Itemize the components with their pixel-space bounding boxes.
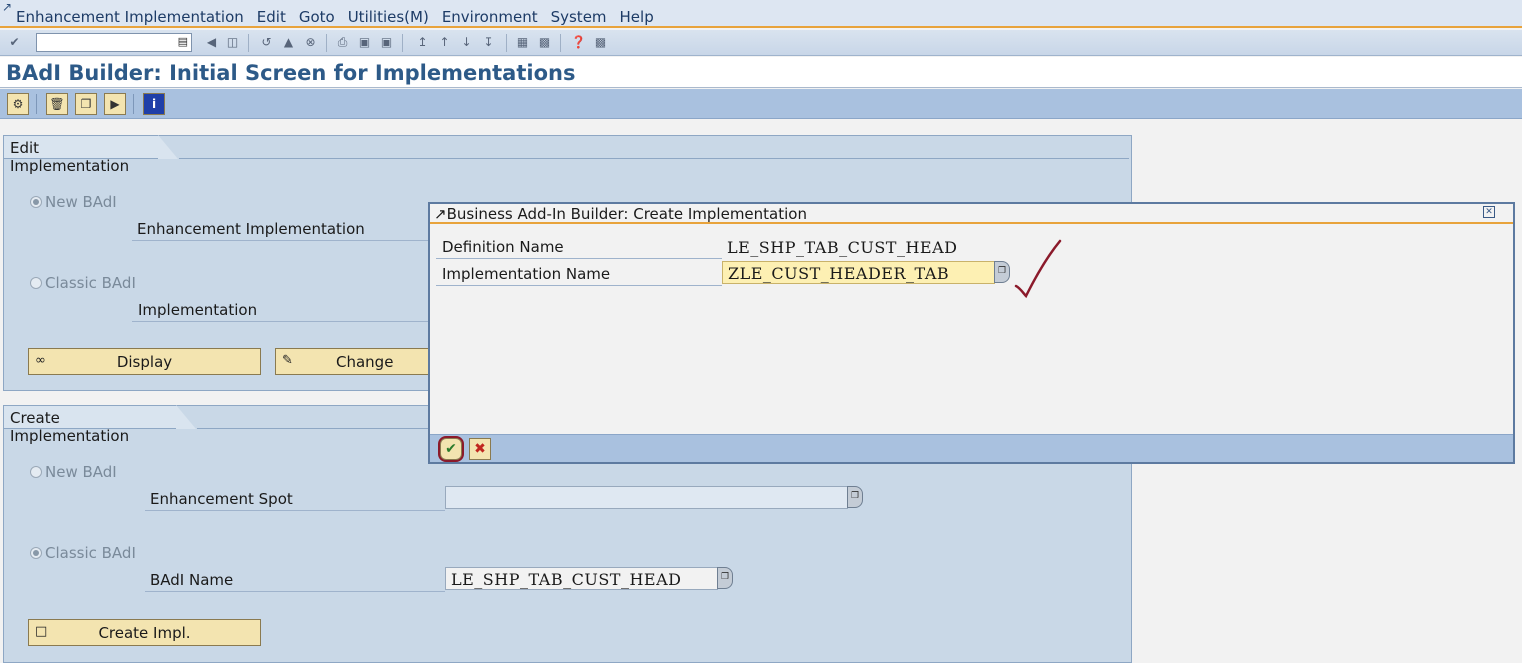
rename-icon[interactable]: ▶ bbox=[104, 93, 126, 115]
enter-icon[interactable]: ✔ bbox=[6, 34, 23, 51]
new-session-icon[interactable]: ▦ bbox=[514, 34, 531, 51]
menu-goto[interactable]: Goto bbox=[299, 8, 335, 26]
next-page-icon[interactable]: ↓ bbox=[458, 34, 475, 51]
value-help-icon[interactable]: ❐ bbox=[717, 567, 733, 589]
pencil-icon: ✎ bbox=[282, 353, 293, 368]
page-title: BAdI Builder: Initial Screen for Impleme… bbox=[6, 61, 576, 85]
previous-page-icon[interactable]: ↑ bbox=[436, 34, 453, 51]
enhancement-spot-input[interactable] bbox=[445, 486, 848, 509]
print-icon[interactable]: ⎙ bbox=[334, 34, 351, 51]
radio-unselected-icon bbox=[30, 466, 42, 478]
cancel-icon[interactable]: ⊗ bbox=[302, 34, 319, 51]
application-toolbar: ⚙ 🗑 ❐ ▶ i bbox=[0, 89, 1522, 119]
command-history-icon[interactable]: ▤ bbox=[178, 35, 188, 48]
window-menu-icon[interactable]: ↗ bbox=[2, 0, 12, 14]
shortcut-icon[interactable]: ▩ bbox=[536, 34, 553, 51]
implementation-name-input[interactable]: ZLE_CUST_HEADER_TAB bbox=[722, 261, 995, 284]
definition-name-label: Definition Name bbox=[436, 238, 722, 259]
implementation-label: Implementation bbox=[132, 301, 428, 322]
menu-edit[interactable]: Edit bbox=[257, 8, 286, 26]
menu-system[interactable]: System bbox=[551, 8, 607, 26]
find-next-icon[interactable]: ▣ bbox=[378, 34, 395, 51]
create-impl-button[interactable]: □ Create Impl. bbox=[28, 619, 261, 646]
exit-icon[interactable]: ▲ bbox=[280, 34, 297, 51]
enhancement-spot-label: Enhancement Spot bbox=[145, 490, 445, 511]
dialog-title: ↗Business Add-In Builder: Create Impleme… bbox=[434, 205, 807, 223]
edit-radio-new-badi[interactable]: New BAdI bbox=[30, 193, 117, 211]
create-radio-new-badi[interactable]: New BAdI bbox=[30, 463, 117, 481]
create-implementation-dialog: ↗Business Add-In Builder: Create Impleme… bbox=[428, 202, 1515, 464]
title-bar: BAdI Builder: Initial Screen for Impleme… bbox=[0, 57, 1522, 88]
close-icon[interactable]: ✕ bbox=[1483, 206, 1495, 218]
info-icon[interactable]: i bbox=[143, 93, 165, 115]
delete-icon[interactable]: 🗑 bbox=[46, 93, 68, 115]
menu-utilities[interactable]: Utilities(M) bbox=[348, 8, 429, 26]
display-button[interactable]: ∞ Display bbox=[28, 348, 261, 375]
back-icon[interactable]: ↺ bbox=[258, 34, 275, 51]
last-page-icon[interactable]: ↧ bbox=[480, 34, 497, 51]
create-implementation-title: Create Implementation bbox=[3, 405, 196, 445]
menu-enhancement-implementation[interactable]: Enhancement Implementation bbox=[16, 8, 244, 26]
change-button[interactable]: ✎ Change bbox=[275, 348, 429, 375]
command-field[interactable]: ▤ bbox=[36, 33, 192, 52]
implementation-name-label: Implementation Name bbox=[436, 265, 722, 286]
definition-name-value: LE_SHP_TAB_CUST_HEAD bbox=[727, 238, 958, 257]
badi-name-input[interactable]: LE_SHP_TAB_CUST_HEAD bbox=[445, 567, 718, 590]
copy-icon[interactable]: ❐ bbox=[75, 93, 97, 115]
dialog-button-bar: ✔ ✖ bbox=[430, 434, 1513, 462]
menu-bar: ↗ Enhancement Implementation Edit Goto U… bbox=[0, 0, 1522, 28]
other-object-icon[interactable]: ⚙ bbox=[7, 93, 29, 115]
menu-help[interactable]: Help bbox=[620, 8, 654, 26]
first-page-icon[interactable]: ↥ bbox=[414, 34, 431, 51]
badi-name-label: BAdI Name bbox=[145, 571, 445, 592]
back-arrow-icon[interactable]: ◀ bbox=[203, 34, 220, 51]
menu-environment[interactable]: Environment bbox=[442, 8, 538, 26]
dialog-title-bar: ↗Business Add-In Builder: Create Impleme… bbox=[430, 204, 1513, 224]
radio-selected-icon bbox=[30, 196, 42, 208]
radio-selected-icon bbox=[30, 547, 42, 559]
save-icon[interactable]: ◫ bbox=[224, 34, 241, 51]
create-radio-classic-badi[interactable]: Classic BAdI bbox=[30, 544, 136, 562]
menu-items: Enhancement Implementation Edit Goto Uti… bbox=[16, 8, 667, 26]
value-help-icon[interactable]: ❐ bbox=[994, 261, 1010, 283]
cancel-icon[interactable]: ✖ bbox=[469, 438, 491, 460]
annotation-check-icon bbox=[1014, 239, 1062, 299]
find-icon[interactable]: ▣ bbox=[356, 34, 373, 51]
standard-toolbar: ✔ ▤ ◀ ◫ ↺ ▲ ⊗ ⎙ ▣ ▣ ↥ ↑ ↓ ↧ ▦ ▩ ❓ ▩ bbox=[0, 30, 1522, 56]
layout-menu-icon[interactable]: ▩ bbox=[592, 34, 609, 51]
edit-implementation-title: Edit Implementation bbox=[3, 135, 178, 175]
edit-radio-classic-badi[interactable]: Classic BAdI bbox=[30, 274, 136, 292]
confirm-icon[interactable]: ✔ bbox=[440, 438, 462, 460]
enhancement-implementation-label: Enhancement Implementation bbox=[132, 220, 428, 241]
help-icon[interactable]: ❓ bbox=[570, 34, 587, 51]
radio-unselected-icon bbox=[30, 277, 42, 289]
value-help-icon[interactable]: ❐ bbox=[847, 486, 863, 508]
